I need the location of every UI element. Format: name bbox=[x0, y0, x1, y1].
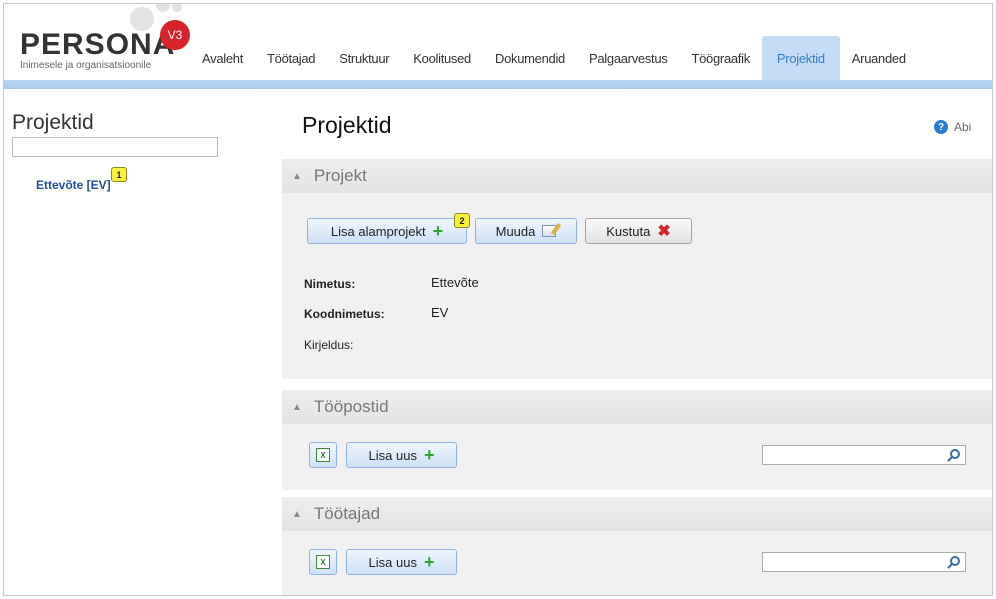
plus-icon: + bbox=[423, 445, 435, 465]
plus-icon: + bbox=[423, 552, 435, 572]
code-value: EV bbox=[431, 305, 449, 320]
header: PERSONA Inimesele ja organisatsioonile V… bbox=[4, 4, 992, 84]
nav-item-aruanded[interactable]: Aruanded bbox=[840, 36, 918, 80]
employees-panel-title: Töötajad bbox=[313, 504, 381, 523]
edit-button[interactable]: Muuda bbox=[475, 218, 577, 244]
edit-label: Muuda bbox=[495, 223, 536, 239]
left-pane-title: Projektid bbox=[12, 111, 94, 134]
employees-panel-header[interactable]: ▲ Töötajad bbox=[282, 497, 992, 531]
nav-item-projektid[interactable]: Projektid bbox=[761, 36, 840, 80]
help-label: Abi bbox=[954, 120, 972, 134]
positions-panel-title: Tööpostid bbox=[313, 397, 389, 416]
logo-decoration bbox=[156, 4, 170, 12]
employees-search-field[interactable] bbox=[762, 552, 966, 572]
header-divider bbox=[4, 80, 992, 89]
plus-icon: + bbox=[432, 221, 444, 241]
nav-item-struktuur[interactable]: Struktuur bbox=[327, 36, 401, 80]
logo-text: PERSONA bbox=[20, 28, 176, 61]
page-title: Projektid bbox=[302, 112, 392, 138]
employees-excel-button[interactable]: X bbox=[309, 549, 337, 575]
app-window: PERSONA Inimesele ja organisatsioonile V… bbox=[3, 3, 993, 596]
tree-search-input[interactable] bbox=[12, 137, 218, 157]
excel-icon: X bbox=[316, 555, 330, 569]
project-panel-title: Projekt bbox=[313, 166, 367, 185]
help-link[interactable]: ? Abi bbox=[934, 120, 971, 134]
add-subproject-button[interactable]: Lisa alamprojekt + bbox=[307, 218, 467, 244]
collapse-triangle-icon: ▲ bbox=[292, 508, 302, 520]
nav-item-avaleht[interactable]: Avaleht bbox=[190, 36, 255, 80]
nav-item-tootajad[interactable]: Töötajad bbox=[255, 36, 327, 80]
positions-search-field[interactable] bbox=[762, 445, 966, 465]
search-icon[interactable] bbox=[950, 449, 960, 459]
question-icon: ? bbox=[934, 120, 948, 134]
employees-add-button[interactable]: Lisa uus + bbox=[346, 549, 457, 575]
logo-version-badge: V3 bbox=[160, 20, 190, 50]
excel-icon: X bbox=[316, 448, 330, 462]
collapse-triangle-icon: ▲ bbox=[292, 170, 302, 182]
main-nav: Avaleht Töötajad Struktuur Koolitused Do… bbox=[190, 36, 918, 80]
collapse-triangle-icon: ▲ bbox=[292, 401, 302, 413]
positions-add-label: Lisa uus bbox=[368, 447, 417, 463]
positions-add-button[interactable]: Lisa uus + bbox=[346, 442, 457, 468]
code-label: Koodnimetus: bbox=[304, 307, 385, 321]
nav-item-dokumendid[interactable]: Dokumendid bbox=[483, 36, 577, 80]
tree-item-badge: 1 bbox=[111, 167, 127, 182]
project-panel-header[interactable]: ▲ Projekt bbox=[282, 159, 992, 193]
nav-item-toograafik[interactable]: Töögraafik bbox=[679, 36, 761, 80]
add-subproject-label: Lisa alamprojekt bbox=[330, 223, 426, 239]
name-label: Nimetus: bbox=[304, 277, 356, 291]
nav-item-palgaarvestus[interactable]: Palgaarvestus bbox=[577, 36, 679, 80]
name-value: Ettevõte bbox=[431, 275, 479, 290]
add-subproject-badge: 2 bbox=[454, 213, 470, 228]
logo[interactable]: PERSONA Inimesele ja organisatsioonile V… bbox=[20, 20, 190, 71]
search-icon[interactable] bbox=[950, 556, 960, 566]
nav-item-koolitused[interactable]: Koolitused bbox=[401, 36, 483, 80]
employees-add-label: Lisa uus bbox=[368, 554, 417, 570]
edit-icon bbox=[542, 225, 557, 237]
description-label: Kirjeldus: bbox=[304, 338, 354, 352]
logo-decoration bbox=[172, 4, 182, 12]
delete-label: Kustuta bbox=[606, 223, 651, 239]
delete-button[interactable]: Kustuta ✖ bbox=[585, 218, 692, 244]
tree-item-company[interactable]: Ettevõte [EV] bbox=[36, 178, 111, 192]
positions-panel-header[interactable]: ▲ Tööpostid bbox=[282, 390, 992, 424]
positions-excel-button[interactable]: X bbox=[309, 442, 337, 468]
delete-x-icon: ✖ bbox=[657, 223, 671, 240]
